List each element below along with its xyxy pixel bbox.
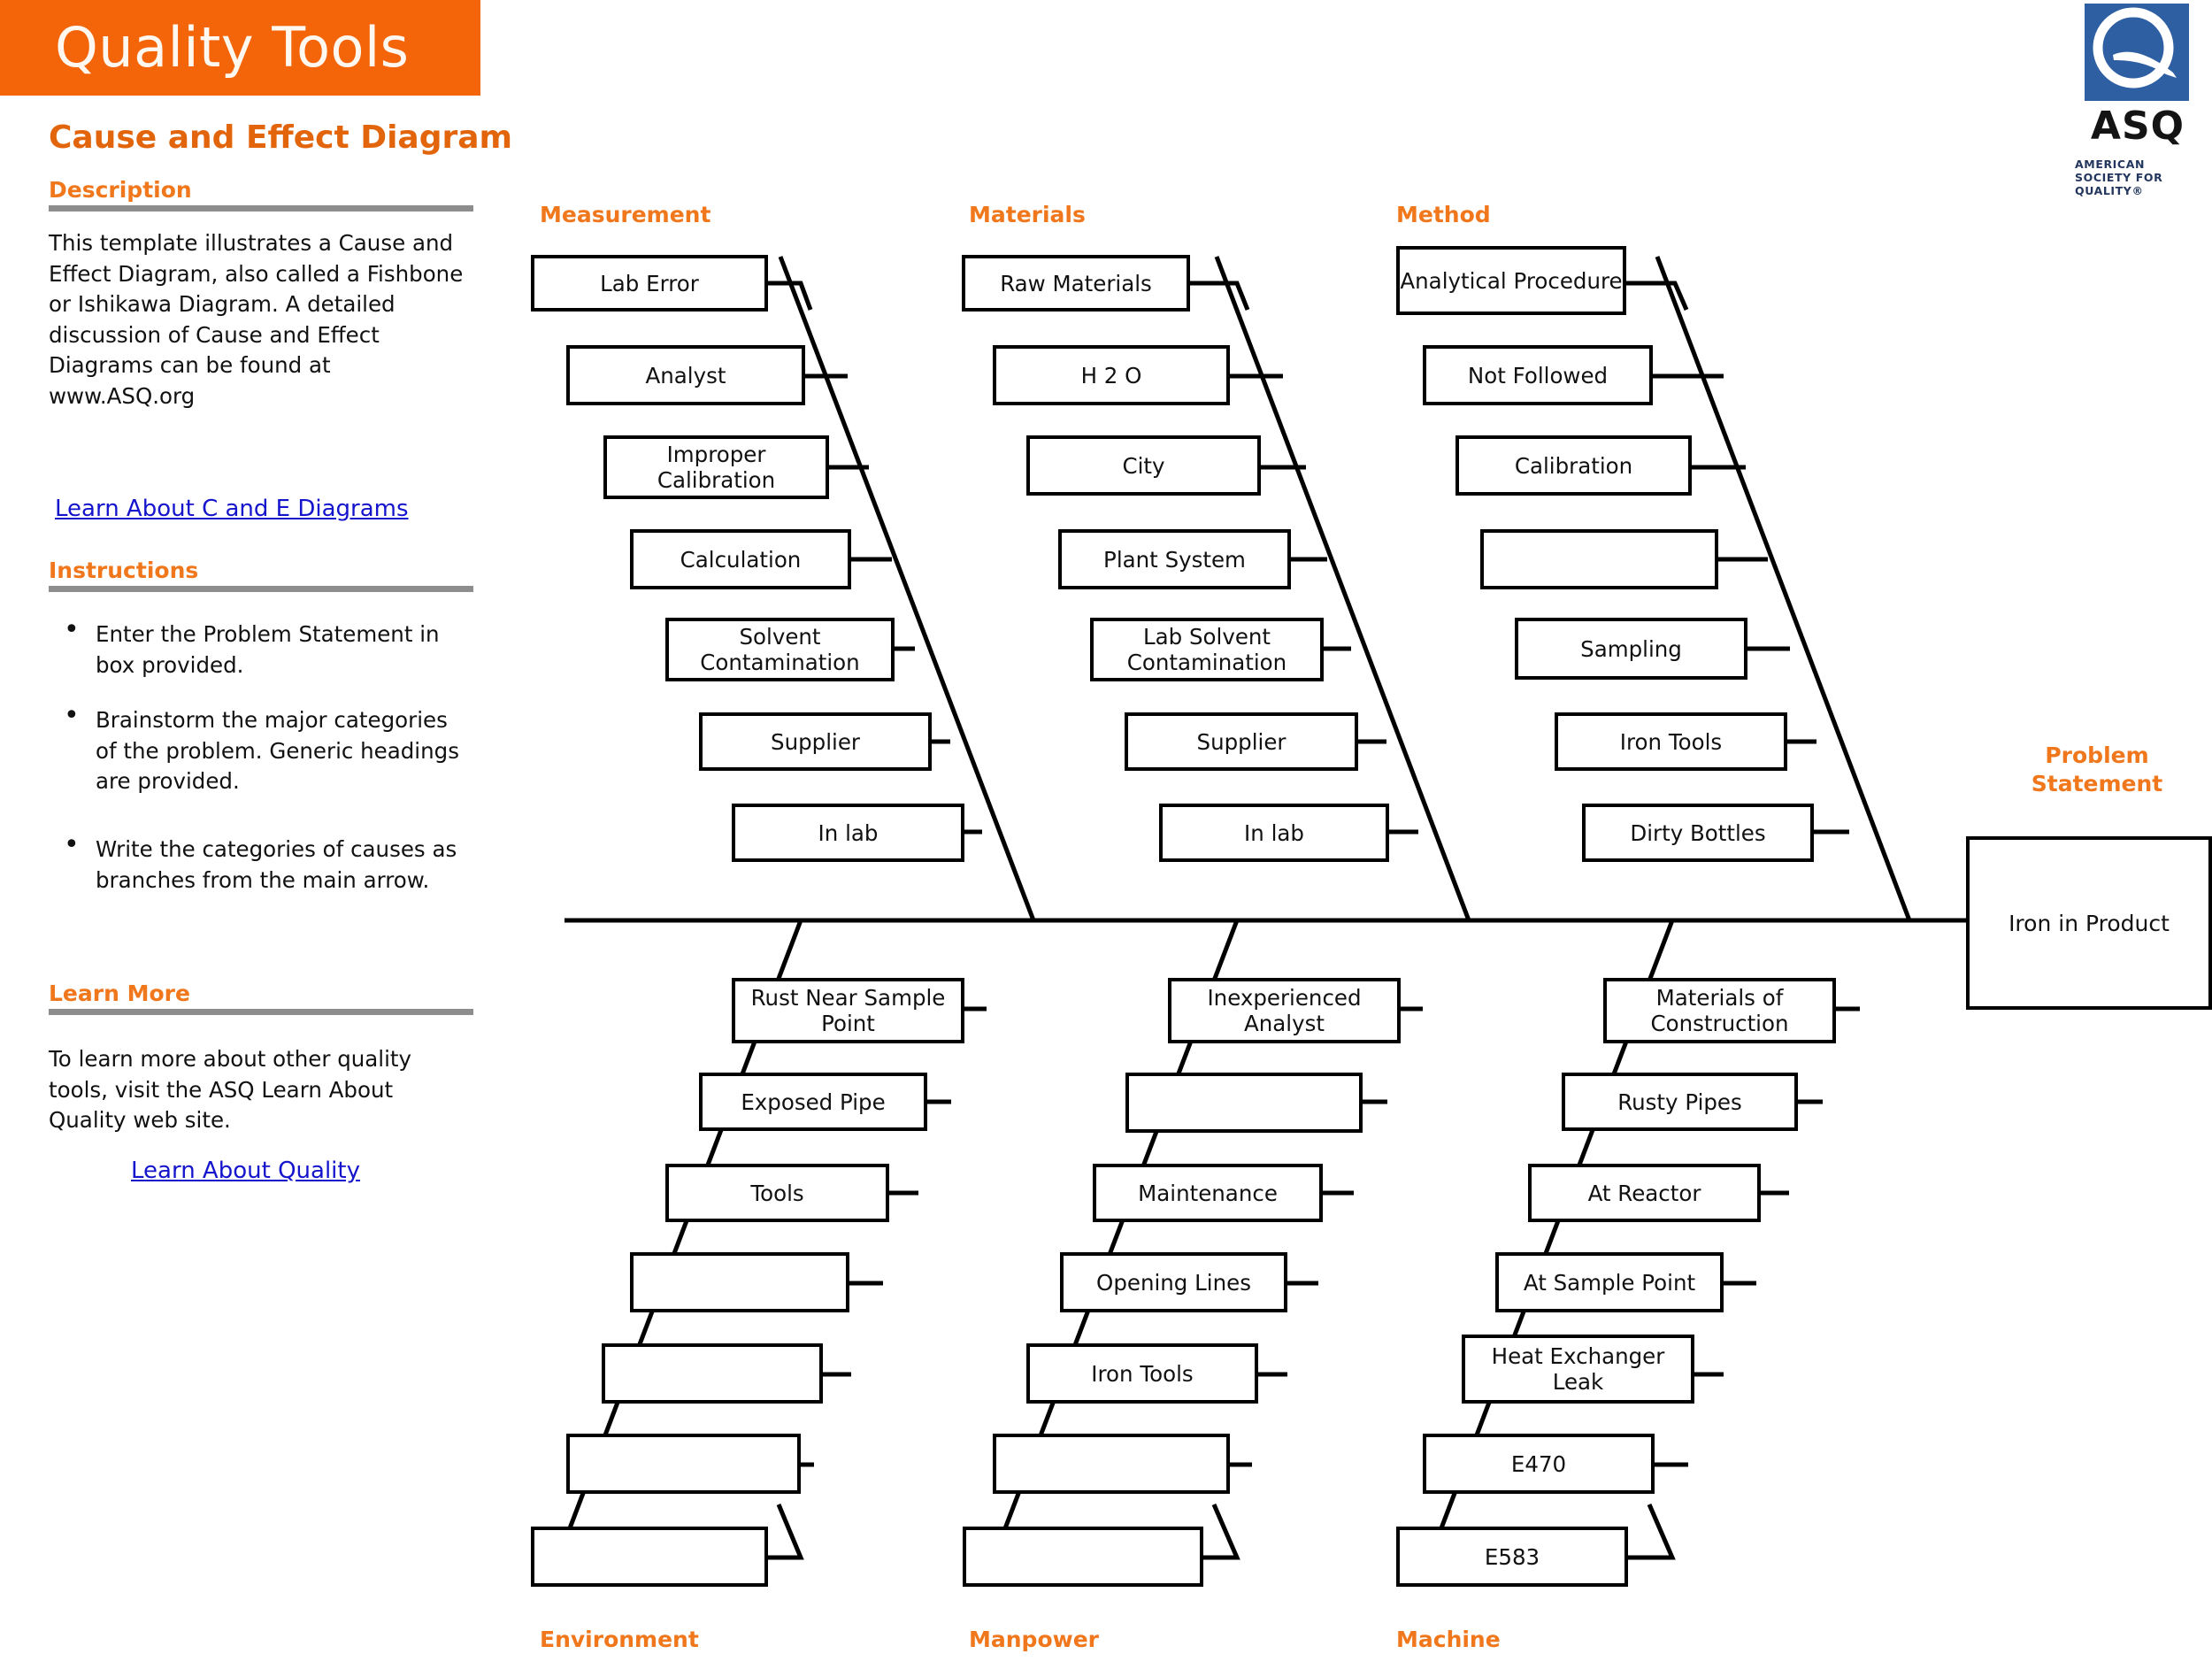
cause-box[interactable] (531, 1527, 768, 1587)
connector-stub (1203, 1504, 1240, 1560)
cause-box[interactable]: Raw Materials (962, 255, 1190, 312)
category-label-method: Method (1396, 202, 1491, 227)
category-label-machine: Machine (1396, 1627, 1501, 1652)
cause-box[interactable]: In lab (732, 804, 964, 862)
cause-box[interactable] (1125, 1073, 1363, 1133)
cause-box[interactable]: At Sample Point (1495, 1252, 1724, 1312)
cause-box[interactable]: Iron Tools (1555, 712, 1787, 771)
cause-box[interactable]: Rust Near Sample Point (732, 978, 964, 1043)
cause-box[interactable]: Tools (665, 1164, 889, 1222)
problem-statement-label: Problem Statement (2031, 742, 2163, 796)
category-label-manpower: Manpower (969, 1627, 1099, 1652)
category-label-materials: Materials (969, 202, 1086, 227)
cause-box[interactable]: At Reactor (1528, 1164, 1761, 1222)
cause-box[interactable]: Analyst (566, 345, 805, 405)
cause-box[interactable]: Sampling (1515, 618, 1747, 680)
fishbone-skeleton (546, 256, 1966, 1585)
cause-box[interactable]: Plant System (1058, 529, 1291, 589)
cause-box[interactable] (630, 1252, 849, 1312)
cause-box[interactable]: Exposed Pipe (699, 1073, 927, 1131)
connector-stub (768, 281, 813, 311)
cause-box[interactable]: City (1026, 435, 1261, 496)
cause-box[interactable]: Rusty Pipes (1562, 1073, 1798, 1131)
cause-box[interactable]: Supplier (699, 712, 932, 771)
cause-box[interactable] (1480, 529, 1718, 589)
cause-box[interactable]: Supplier (1125, 712, 1358, 771)
cause-box[interactable]: Improper Calibration (603, 435, 829, 499)
cause-box[interactable]: Not Followed (1423, 345, 1653, 405)
cause-box[interactable]: Lab Solvent Contamination (1090, 618, 1324, 681)
connector-stub (1190, 281, 1250, 311)
cause-box[interactable]: In lab (1159, 804, 1389, 862)
category-label-environment: Environment (540, 1627, 699, 1652)
category-label-measurement: Measurement (540, 202, 711, 227)
cause-box[interactable] (993, 1434, 1230, 1494)
cause-box[interactable]: E583 (1396, 1527, 1628, 1587)
cause-box[interactable]: Maintenance (1093, 1164, 1323, 1222)
connector-stub (768, 1504, 804, 1560)
cause-box[interactable]: Iron Tools (1026, 1343, 1258, 1404)
cause-box[interactable]: Materials of Construction (1603, 978, 1836, 1043)
cause-box[interactable]: Calculation (630, 529, 851, 589)
cause-box[interactable]: E470 (1423, 1434, 1655, 1494)
cause-box[interactable]: Analytical Procedure (1396, 246, 1626, 315)
cause-box[interactable] (566, 1434, 801, 1494)
cause-box[interactable] (602, 1343, 823, 1404)
cause-box[interactable]: Lab Error (531, 255, 768, 312)
cause-box[interactable]: Heat Exchanger Leak (1462, 1335, 1694, 1404)
cause-box[interactable]: Calibration (1455, 435, 1692, 496)
cause-box[interactable]: H 2 O (993, 345, 1230, 405)
problem-statement-box[interactable]: Iron in Product (1966, 836, 2212, 1010)
cause-box[interactable]: Solvent Contamination (665, 618, 895, 681)
cause-box[interactable]: Opening Lines (1060, 1252, 1287, 1312)
connector-stub (1628, 1504, 1676, 1560)
cause-box[interactable]: Dirty Bottles (1582, 804, 1814, 862)
cause-box[interactable]: Inexperienced Analyst (1168, 978, 1401, 1043)
cause-box[interactable] (963, 1527, 1203, 1587)
